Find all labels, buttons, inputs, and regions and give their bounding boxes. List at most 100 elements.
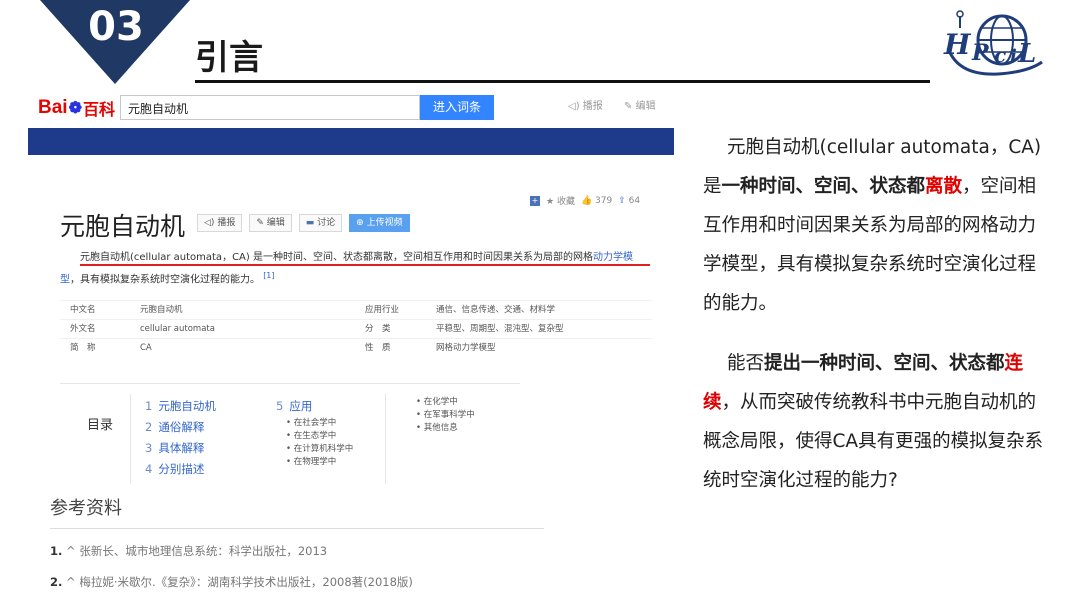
favorite-label: 收藏 (556, 197, 575, 207)
play-link-label: 播报 (582, 101, 603, 112)
speaker-icon: ◁) (568, 101, 580, 112)
info-value: 元胞自动机 (140, 305, 183, 315)
basic-info-box: 中文名 元胞自动机 应用行业 通信、信息传递、交通、材料学 外文名 cellul… (60, 300, 652, 357)
pencil-icon: ✎ (256, 218, 264, 228)
info-row: 外文名 cellular automata 分 类 平稳型、周期型、混沌型、复杂… (60, 319, 652, 338)
paragraph-1: 元胞自动机(cellular automata，CA) 是一种时间、空间、状态都… (703, 128, 1053, 323)
toc-column-1: 1 元胞自动机 2 通俗解释 3 具体解释 4 分别描述 (145, 396, 216, 480)
slide-title: 引言 (195, 38, 263, 78)
caret-up-icon: ^ (66, 575, 76, 589)
paw-icon: ❁ (68, 100, 82, 117)
caret-up-icon: ^ (66, 544, 76, 558)
toc-subitem[interactable]: • 在计算机科学中 (286, 443, 353, 456)
toc-subitem[interactable]: • 在军事科学中 (416, 409, 475, 422)
toc-subitem-text: 其他信息 (423, 423, 458, 433)
plus-icon[interactable]: + (530, 195, 540, 206)
enter-entry-button[interactable]: 进入词条 (420, 95, 494, 120)
upload-video-button[interactable]: ⊕ 上传视频 (349, 214, 410, 232)
favorite-button[interactable]: ★ 收藏 (546, 194, 575, 207)
reference-item[interactable]: 2. ^ 梅拉妮·米歇尔.《复杂》：湖南科学技术出版社，2008著(2018版) (50, 574, 413, 590)
entry-actions: + ★ 收藏 👍 379 ⇪ 64 (530, 194, 640, 207)
info-value: 网格动力学模型 (436, 343, 496, 353)
toc-subitem-text: 在化学中 (423, 397, 458, 407)
share-button[interactable]: ⇪ 64 (618, 196, 640, 206)
reference-number: 1. (50, 544, 63, 558)
baidu-baike-logo[interactable]: Bai ❁ 百科 (38, 94, 115, 122)
logo-bai-text: Bai (38, 97, 68, 118)
chat-icon: ▬ (305, 218, 315, 228)
reference-text: 张新长、城市地理信息系统：科学出版社，2013 (79, 544, 328, 558)
toc-subitem[interactable]: • 其他信息 (416, 422, 475, 435)
toc-subitem-text: 在计算机科学中 (293, 444, 354, 454)
svg-text:L: L (1017, 39, 1036, 69)
toc-subitem-text: 在社会学中 (293, 418, 337, 428)
play-button-label: 播报 (217, 218, 236, 228)
toc-num: 4 (145, 462, 153, 476)
table-of-contents: 目录 1 元胞自动机 2 通俗解释 3 具体解释 4 分别描述 5 应用 • 在社会学中 … (60, 383, 520, 484)
summary-text-2: ，具有模拟复杂系统时空演化过程的能力。 (70, 274, 260, 286)
p1-emphasis: 一种时间、空间、状态都 (721, 176, 926, 197)
toc-item[interactable]: 5 应用 (276, 396, 312, 417)
info-key: 应用行业 (365, 305, 400, 315)
slide-body-text: 元胞自动机(cellular automata，CA) 是一种时间、空间、状态都… (703, 128, 1053, 500)
upload-video-label: 上传视频 (366, 218, 403, 228)
info-key: 分 类 (365, 324, 391, 334)
paragraph-2: 能否提出一种时间、空间、状态都连续，从而突破传统教科书中元胞自动机的概念局限，使… (703, 344, 1053, 500)
p2-text-b: ，从而突破传统教科书中元胞自动机的概念局限，使得CA具有更强的模拟复杂系统时空演… (703, 392, 1044, 491)
toc-subitems-3: • 在化学中 • 在军事科学中 • 其他信息 (416, 396, 475, 435)
toc-divider (130, 394, 131, 484)
discuss-button-label: 讨论 (317, 218, 336, 228)
toc-subitem[interactable]: • 在社会学中 (286, 417, 353, 430)
like-count: 379 (595, 195, 613, 206)
section-number: 03 (88, 4, 144, 50)
like-button[interactable]: 👍 379 (581, 196, 612, 206)
toc-item[interactable]: 2 通俗解释 (145, 417, 216, 438)
title-underline (195, 80, 930, 83)
discuss-button[interactable]: ▬ 讨论 (298, 214, 343, 232)
toc-subitem[interactable]: • 在物理学中 (286, 456, 353, 469)
entry-summary: 元胞自动机(cellular automata，CA) 是一种时间、空间、状态都… (60, 249, 652, 289)
toc-subitem[interactable]: • 在化学中 (416, 396, 475, 409)
speaker-icon: ◁) (204, 218, 215, 228)
toc-subitem-text: 在军事科学中 (423, 410, 475, 420)
thumbs-up-icon: 👍 (580, 195, 593, 206)
p1-highlight: 离散 (925, 176, 963, 197)
edit-link-label: 编辑 (635, 101, 656, 112)
toc-column-2: 5 应用 (276, 396, 312, 417)
toc-subitems-2: • 在社会学中 • 在生态学中 • 在计算机科学中 • 在物理学中 (286, 417, 353, 469)
toc-item[interactable]: 1 元胞自动机 (145, 396, 216, 417)
toc-item[interactable]: 4 分别描述 (145, 459, 216, 480)
reference-number: 2. (50, 575, 63, 589)
info-key: 性 质 (365, 343, 391, 353)
play-link[interactable]: ◁) 播报 (568, 97, 603, 112)
toc-item[interactable]: 3 具体解释 (145, 438, 216, 459)
search-input[interactable]: 元胞自动机 (120, 95, 420, 120)
share-icon: ⇪ (618, 195, 626, 206)
toc-text: 通俗解释 (158, 420, 205, 434)
svg-text:i: i (1010, 46, 1017, 67)
share-count: 64 (628, 195, 641, 206)
reference-link[interactable]: [1] (263, 271, 274, 280)
references-title: 参考资料 (50, 498, 122, 519)
toc-num: 3 (145, 441, 153, 455)
toc-subitem[interactable]: • 在生态学中 (286, 430, 353, 443)
toc-divider (385, 394, 386, 484)
p2-text-a: 能否 (727, 353, 765, 374)
info-key: 简 称 (70, 343, 96, 353)
info-key: 中文名 (70, 305, 96, 315)
info-value: 通信、信息传递、交通、材料学 (436, 305, 556, 315)
reference-item[interactable]: 1. ^ 张新长、城市地理信息系统：科学出版社，2013 (50, 543, 327, 559)
toc-text: 元胞自动机 (158, 399, 216, 413)
edit-link[interactable]: ✎ 编辑 (624, 97, 656, 112)
toc-num: 2 (145, 420, 153, 434)
logo-baike-text: 百科 (82, 100, 115, 119)
toc-label: 目录 (87, 418, 114, 433)
play-button[interactable]: ◁) 播报 (197, 214, 243, 232)
toc-subitem-text: 在生态学中 (293, 431, 337, 441)
p2-emphasis: 提出一种时间、空间、状态都 (764, 353, 1005, 374)
info-value: cellular automata (140, 324, 215, 334)
svg-text:H: H (943, 28, 972, 61)
reference-text: 梅拉妮·米歇尔.《复杂》：湖南科学技术出版社，2008著(2018版) (79, 575, 413, 589)
edit-button[interactable]: ✎ 编辑 (249, 214, 292, 232)
references-divider (50, 528, 544, 529)
